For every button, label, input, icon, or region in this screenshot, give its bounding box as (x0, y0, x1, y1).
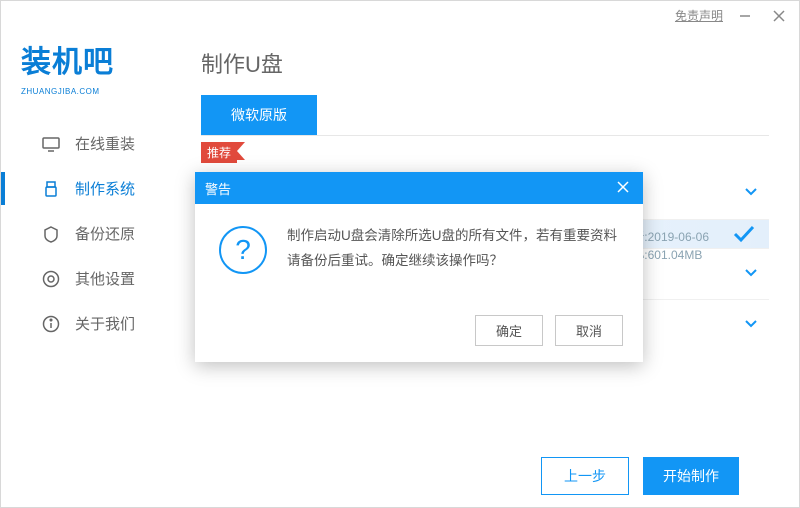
app-window: 免责声明 装机吧 ZHUANGJIBA.COM 在线重装 (0, 0, 800, 508)
page-title: 制作U盘 (171, 29, 769, 95)
chevron-down-icon (743, 264, 759, 285)
minimize-button[interactable] (733, 8, 757, 22)
info-icon (41, 314, 61, 334)
sidebar-item-make-system[interactable]: 制作系统 (1, 168, 171, 209)
close-button[interactable] (767, 8, 791, 22)
sidebar-item-label: 关于我们 (75, 313, 135, 334)
dialog-header: 警告 (195, 172, 643, 204)
dialog-message: 制作启动U盘会清除所选U盘的所有文件，若有重要资料请备份后重试。确定继续该操作吗… (287, 224, 619, 305)
check-icon (731, 220, 757, 248)
chevron-down-icon (743, 183, 759, 204)
backup-icon (41, 224, 61, 244)
start-make-button[interactable]: 开始制作 (643, 457, 739, 495)
footer: 上一步 开始制作 (171, 445, 769, 507)
sidebar-item-backup-restore[interactable]: 备份还原 (1, 213, 171, 254)
dialog-cancel-button[interactable]: 取消 (555, 315, 623, 346)
logo-subtext: ZHUANGJIBA.COM (21, 87, 100, 96)
dialog-close-button[interactable] (613, 181, 633, 196)
prev-button[interactable]: 上一步 (541, 457, 629, 495)
sidebar-item-label: 在线重装 (75, 133, 135, 154)
sidebar-item-online-reinstall[interactable]: 在线重装 (1, 123, 171, 164)
usb-icon (41, 179, 61, 199)
logo: 装机吧 ZHUANGJIBA.COM (1, 29, 171, 119)
sidebar-item-about[interactable]: 关于我们 (1, 303, 171, 344)
dialog-ok-button[interactable]: 确定 (475, 315, 543, 346)
sidebar: 装机吧 ZHUANGJIBA.COM 在线重装 制作系统 备份还原 (1, 29, 171, 507)
warning-dialog: 警告 ? 制作启动U盘会清除所选U盘的所有文件，若有重要资料请备份后重试。确定继… (195, 172, 643, 362)
monitor-icon (41, 134, 61, 154)
dialog-actions: 确定 取消 (195, 305, 643, 362)
sidebar-item-other-settings[interactable]: 其他设置 (1, 258, 171, 299)
tab-row: 微软原版 (171, 95, 769, 135)
dialog-body: ? 制作启动U盘会清除所选U盘的所有文件，若有重要资料请备份后重试。确定继续该操… (195, 204, 643, 305)
question-icon: ? (219, 226, 267, 274)
chevron-down-icon (743, 315, 759, 336)
recommend-badge: 推荐 (201, 142, 237, 163)
sidebar-item-label: 其他设置 (75, 268, 135, 289)
sidebar-item-label: 制作系统 (75, 178, 135, 199)
sidebar-item-label: 备份还原 (75, 223, 135, 244)
gear-icon (41, 269, 61, 289)
disclaimer-link[interactable]: 免责声明 (675, 7, 723, 24)
tab-microsoft-original[interactable]: 微软原版 (201, 95, 317, 135)
logo-text: 装机吧 (21, 37, 114, 81)
titlebar: 免责声明 (1, 1, 799, 29)
dialog-title: 警告 (205, 179, 231, 198)
